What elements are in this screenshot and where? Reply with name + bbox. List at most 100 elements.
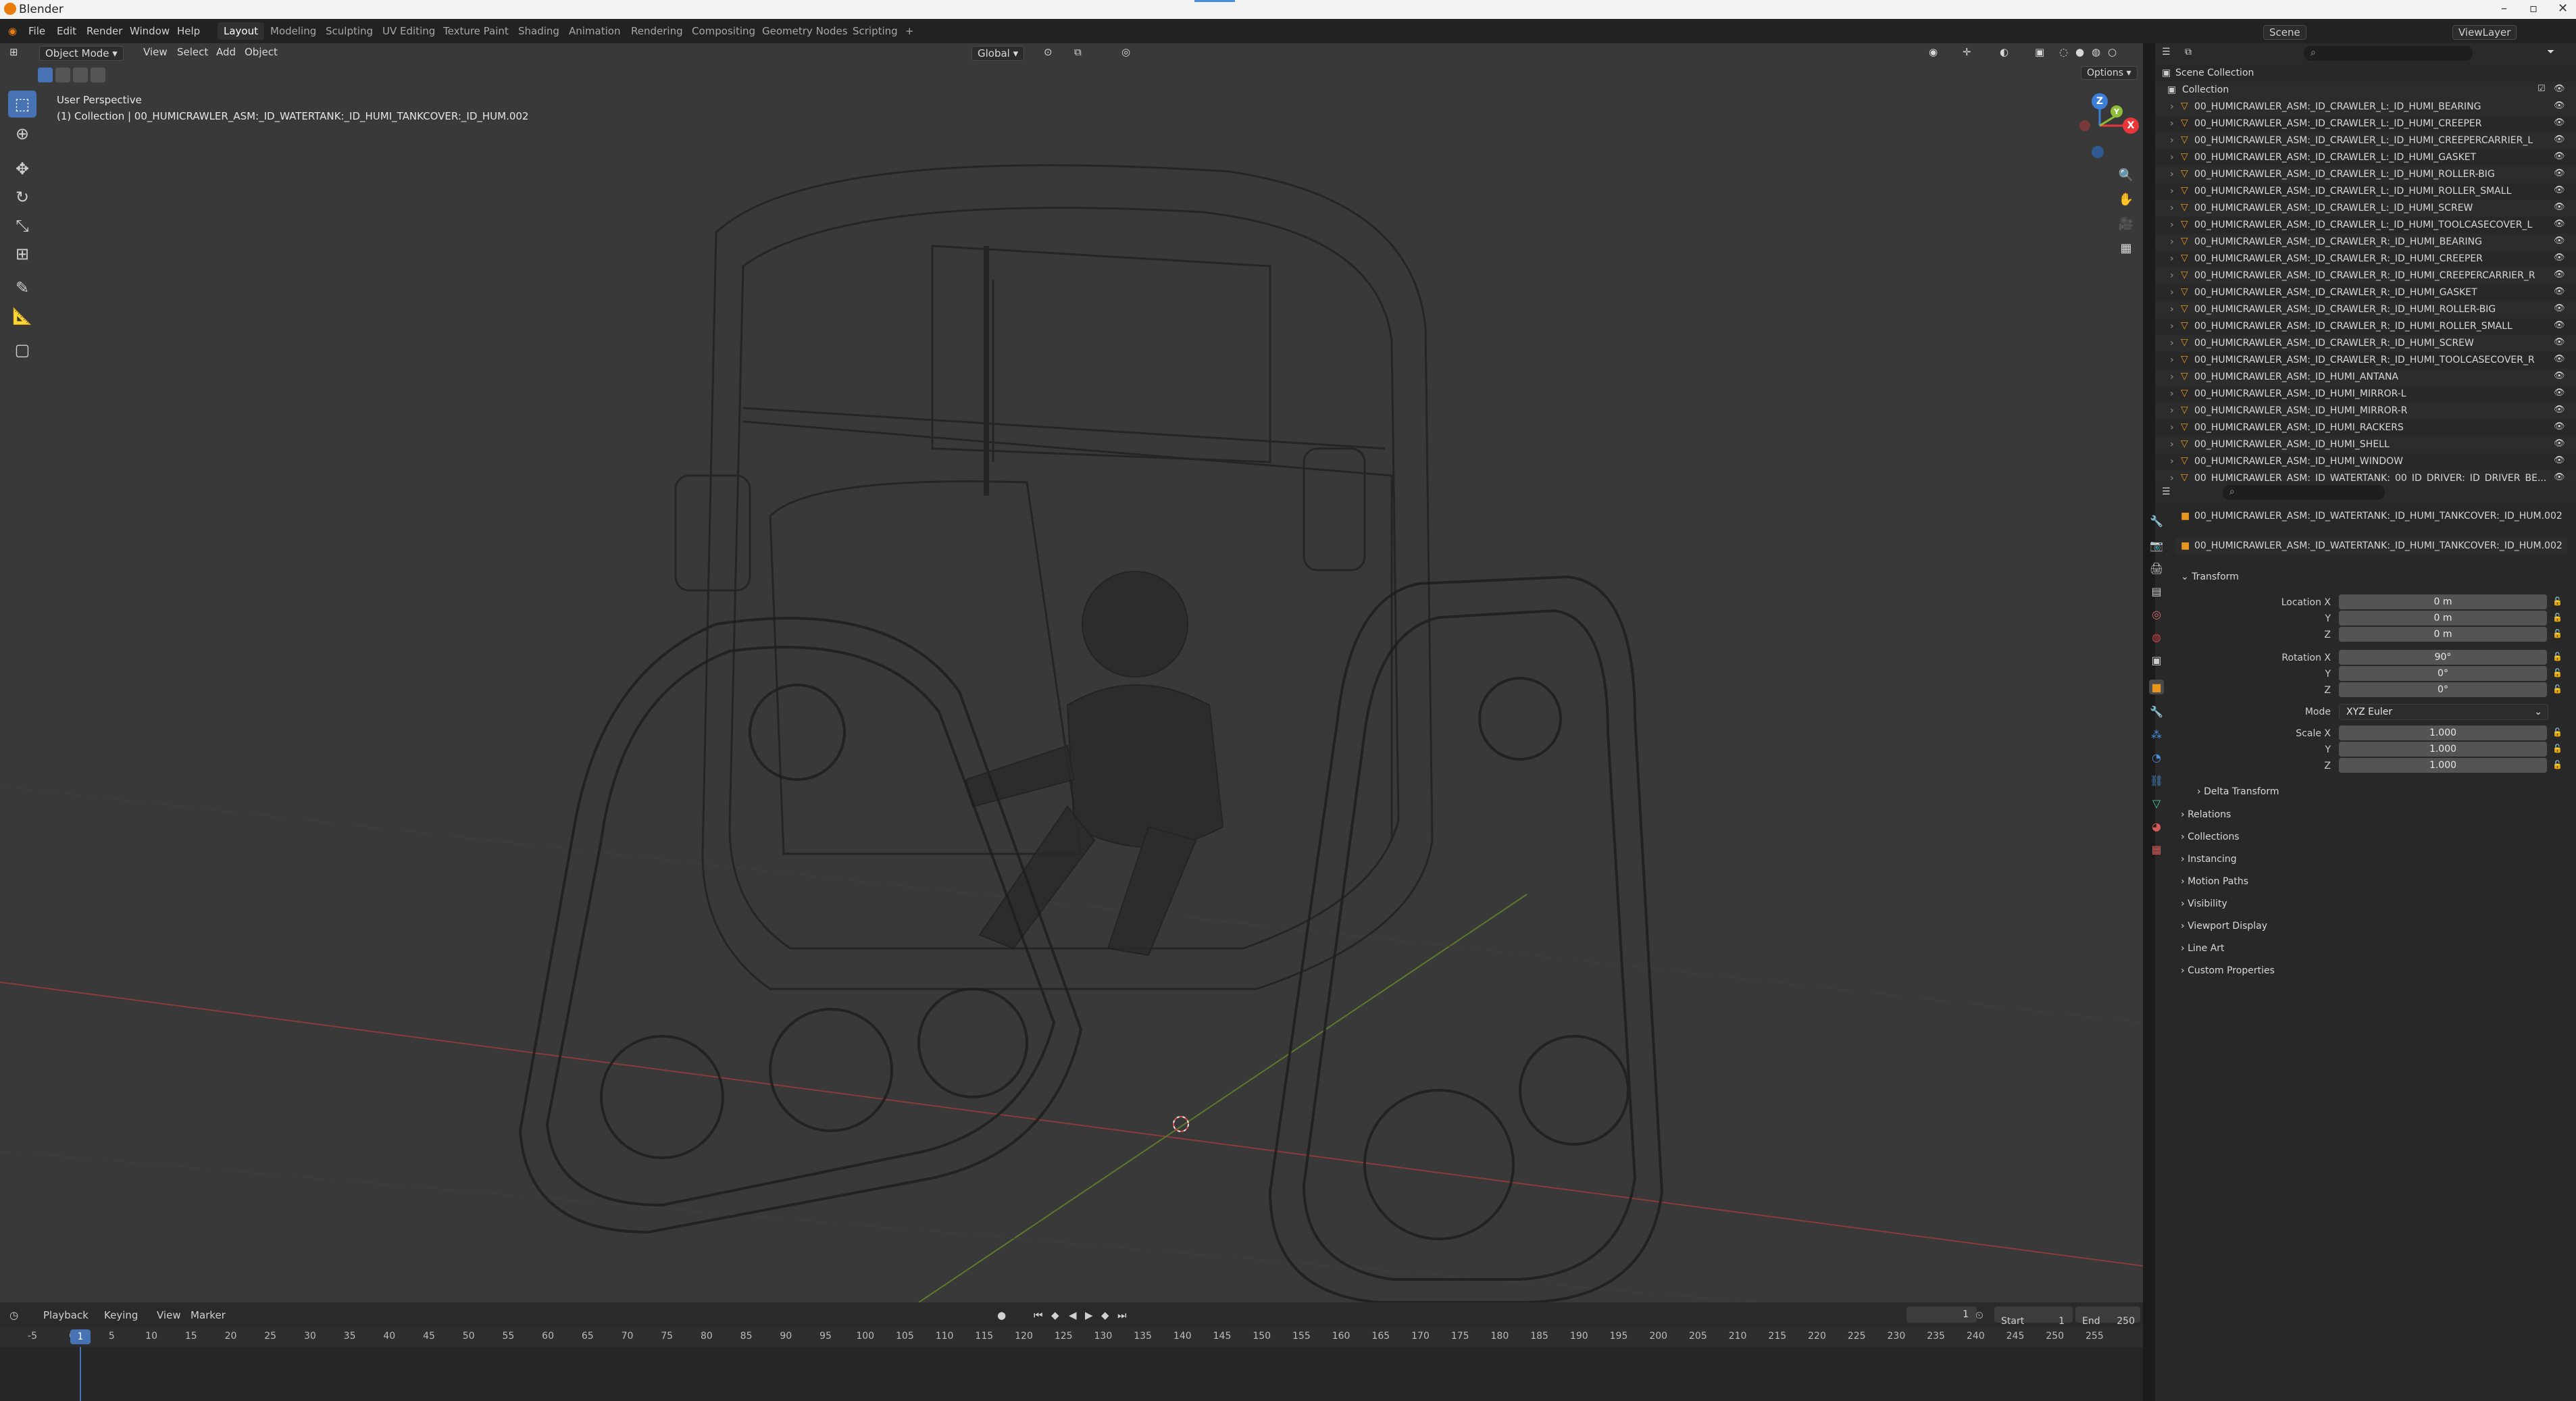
output-tab-icon[interactable]: 🖨 xyxy=(2149,561,2164,576)
scale-z-field[interactable]: 1.000 xyxy=(2339,758,2547,773)
mode-dropdown[interactable]: Object Mode ▾ xyxy=(39,46,124,61)
gizmo-neg-z[interactable] xyxy=(2092,146,2104,158)
proportional-edit-icon[interactable]: ◎ xyxy=(1121,46,1130,58)
tab-animation[interactable]: Animation xyxy=(569,25,620,37)
visibility-eye-icon[interactable]: 👁 xyxy=(2554,422,2565,432)
scene-selector[interactable]: Scene xyxy=(2263,25,2306,40)
select-new-icon[interactable] xyxy=(38,68,53,82)
visibility-eye-icon[interactable]: 👁 xyxy=(2554,202,2565,212)
expand-arrow-icon[interactable]: › xyxy=(2170,152,2174,163)
location-x-field[interactable]: 0 m xyxy=(2339,594,2547,609)
visibility-eye-icon[interactable]: 👁 xyxy=(2554,303,2565,313)
expand-arrow-icon[interactable]: › xyxy=(2170,203,2174,213)
properties-editor-icon[interactable]: ☰ xyxy=(2162,486,2171,497)
timeline-menu-keying[interactable]: Keying xyxy=(104,1309,138,1321)
rotation-z-field[interactable]: 0° xyxy=(2339,682,2547,697)
visibility-eye-icon[interactable]: 👁 xyxy=(2554,236,2565,246)
material-tab-icon[interactable]: ◕ xyxy=(2149,819,2164,834)
orientation-dropdown[interactable]: Global ▾ xyxy=(971,46,1025,61)
blender-menu-icon[interactable]: ◉ xyxy=(8,25,17,37)
clock-icon[interactable]: ⏲ xyxy=(1975,1309,1984,1321)
delta-transform-subpanel[interactable]: › Delta Transform xyxy=(2197,786,2279,797)
outliner-panel[interactable]: ☰ ⧉ ⌕ ⏷ ▣ Scene Collection ▣ Collection … xyxy=(2155,43,2576,487)
timeline-track-area[interactable] xyxy=(0,1347,2143,1401)
display-mode-icon[interactable]: ⧉ xyxy=(2185,47,2192,57)
world-tab-icon[interactable]: ◍ xyxy=(2149,630,2164,644)
scene-collection-row[interactable]: ▣ Scene Collection xyxy=(2155,65,2576,82)
scale-tool-icon[interactable]: ⤡ xyxy=(8,212,36,239)
expand-arrow-icon[interactable]: › xyxy=(2170,135,2174,146)
visibility-eye-icon[interactable]: 👁 xyxy=(2554,253,2565,263)
outliner-item[interactable]: › ▽ 00_HUMICRAWLER_ASM:_ID_CRAWLER_R:_ID_H… xyxy=(2155,284,2576,301)
tab-modeling[interactable]: Modeling xyxy=(270,25,316,37)
outliner-item[interactable]: › ▽ 00_HUMICRAWLER_ASM:_ID_HUMI_MIRROR-L 👁 xyxy=(2155,386,2576,403)
expand-arrow-icon[interactable]: › xyxy=(2170,169,2174,180)
visibility-eye-icon[interactable]: 👁 xyxy=(2554,388,2565,398)
collapsed-panel[interactable]: › Viewport Display xyxy=(2181,921,2267,932)
object-tab-icon[interactable]: ■ xyxy=(2149,680,2164,694)
expand-arrow-icon[interactable]: › xyxy=(2170,439,2174,450)
current-frame-field[interactable]: 1 xyxy=(1906,1306,1977,1323)
outliner-item[interactable]: › ▽ 00_HUMICRAWLER_ASM:_ID_HUMI_WINDOW 👁 xyxy=(2155,453,2576,470)
texture-tab-icon[interactable]: ▦ xyxy=(2149,842,2164,857)
tool-tab-icon[interactable]: 🔧 xyxy=(2149,513,2164,528)
visibility-eye-icon[interactable]: 👁 xyxy=(2554,134,2565,145)
maximize-button[interactable]: ▫ xyxy=(2529,1,2537,16)
gizmo-toggle-icon[interactable]: ✛ xyxy=(1963,46,1971,58)
menu-window[interactable]: Window xyxy=(130,25,170,37)
visibility-eye-icon[interactable]: 👁 xyxy=(2554,101,2565,111)
expand-arrow-icon[interactable]: › xyxy=(2170,304,2174,315)
lock-icon[interactable]: 🔓 xyxy=(2552,613,2562,622)
object-name-field[interactable]: ■ 00_HUMICRAWLER_ASM:_ID_WATERTANK:_ID_H… xyxy=(2175,538,2567,555)
overlay-toggle-icon[interactable]: ◐ xyxy=(2000,46,2009,58)
outliner-item[interactable]: › ▽ 00_HUMICRAWLER_ASM:_ID_CRAWLER_L:_ID_H… xyxy=(2155,99,2576,116)
location-z-field[interactable]: 0 m xyxy=(2339,627,2547,642)
expand-arrow-icon[interactable]: › xyxy=(2170,220,2174,230)
viewport-menu-view[interactable]: View xyxy=(143,46,168,58)
lock-icon[interactable]: 🔓 xyxy=(2552,744,2562,753)
render-tab-icon[interactable]: 📷 xyxy=(2149,538,2164,553)
outliner-item[interactable]: › ▽ 00_HUMICRAWLER_ASM:_ID_CRAWLER_R:_ID_H… xyxy=(2155,234,2576,251)
collapsed-panel[interactable]: › Custom Properties xyxy=(2181,965,2275,976)
pan-hand-icon[interactable]: ✋ xyxy=(2115,188,2138,211)
tab-layout[interactable]: Layout xyxy=(218,22,264,40)
transform-tool-icon[interactable]: ⊞ xyxy=(8,240,36,268)
expand-arrow-icon[interactable]: › xyxy=(2170,372,2174,382)
navigation-gizmo[interactable]: Z X Y 🔍 ✋ 🎥 ▦ xyxy=(2067,88,2142,263)
outliner-item[interactable]: › ▽ 00_HUMICRAWLER_ASM:_ID_CRAWLER_L:_ID_H… xyxy=(2155,183,2576,200)
material-shading-icon[interactable]: ◍ xyxy=(2092,46,2100,58)
current-frame-marker[interactable]: 1 xyxy=(70,1329,91,1344)
outliner-item[interactable]: › ▽ 00_HUMICRAWLER_ASM:_ID_HUMI_ANTANA 👁 xyxy=(2155,369,2576,386)
constraints-tab-icon[interactable]: ⛓ xyxy=(2149,773,2164,788)
transform-panel-header[interactable]: ⌄ Transform xyxy=(2181,571,2239,582)
outliner-item[interactable]: › ▽ 00_HUMICRAWLER_ASM:_ID_HUMI_MIRROR-R 👁 xyxy=(2155,403,2576,419)
location-y-field[interactable]: 0 m xyxy=(2339,611,2547,626)
expand-arrow-icon[interactable]: › xyxy=(2170,236,2174,247)
expand-arrow-icon[interactable]: › xyxy=(2170,388,2174,399)
collapsed-panel[interactable]: › Instancing xyxy=(2181,854,2237,865)
collection-visibility-icon[interactable]: 👁 xyxy=(2554,84,2565,94)
play-icon[interactable]: ▶ xyxy=(1085,1309,1093,1321)
viewport-menu-object[interactable]: Object xyxy=(245,46,278,58)
rotate-tool-icon[interactable]: ↻ xyxy=(8,184,36,211)
tab-rendering[interactable]: Rendering xyxy=(631,25,683,37)
annotate-tool-icon[interactable]: ✎ xyxy=(8,274,36,301)
visibility-eye-icon[interactable]: 👁 xyxy=(2554,337,2565,347)
tab-shading[interactable]: Shading xyxy=(518,25,559,37)
tab-uv-editing[interactable]: UV Editing xyxy=(382,25,435,37)
physics-tab-icon[interactable]: ◔ xyxy=(2149,750,2164,765)
rendered-shading-icon[interactable]: ○ xyxy=(2108,46,2117,58)
visibility-eye-icon[interactable]: 👁 xyxy=(2554,405,2565,415)
visibility-eye-icon[interactable]: 👁 xyxy=(2554,286,2565,297)
gizmo-x[interactable]: X xyxy=(2123,118,2139,134)
lock-icon[interactable]: 🔓 xyxy=(2552,728,2562,737)
data-tab-icon[interactable]: ▽ xyxy=(2149,796,2164,811)
outliner-item[interactable]: › ▽ 00_HUMICRAWLER_ASM:_ID_CRAWLER_R:_ID_H… xyxy=(2155,268,2576,284)
collapsed-panel[interactable]: › Relations xyxy=(2181,809,2231,820)
tab-compositing[interactable]: Compositing xyxy=(692,25,755,37)
outliner-item[interactable]: › ▽ 00_HUMICRAWLER_ASM:_ID_CRAWLER_R:_ID_H… xyxy=(2155,251,2576,268)
gizmo-neg-x[interactable] xyxy=(2079,120,2090,131)
expand-arrow-icon[interactable]: › xyxy=(2170,422,2174,433)
timeline-menu-marker[interactable]: Marker xyxy=(191,1309,226,1321)
lock-icon[interactable]: 🔓 xyxy=(2552,684,2562,694)
